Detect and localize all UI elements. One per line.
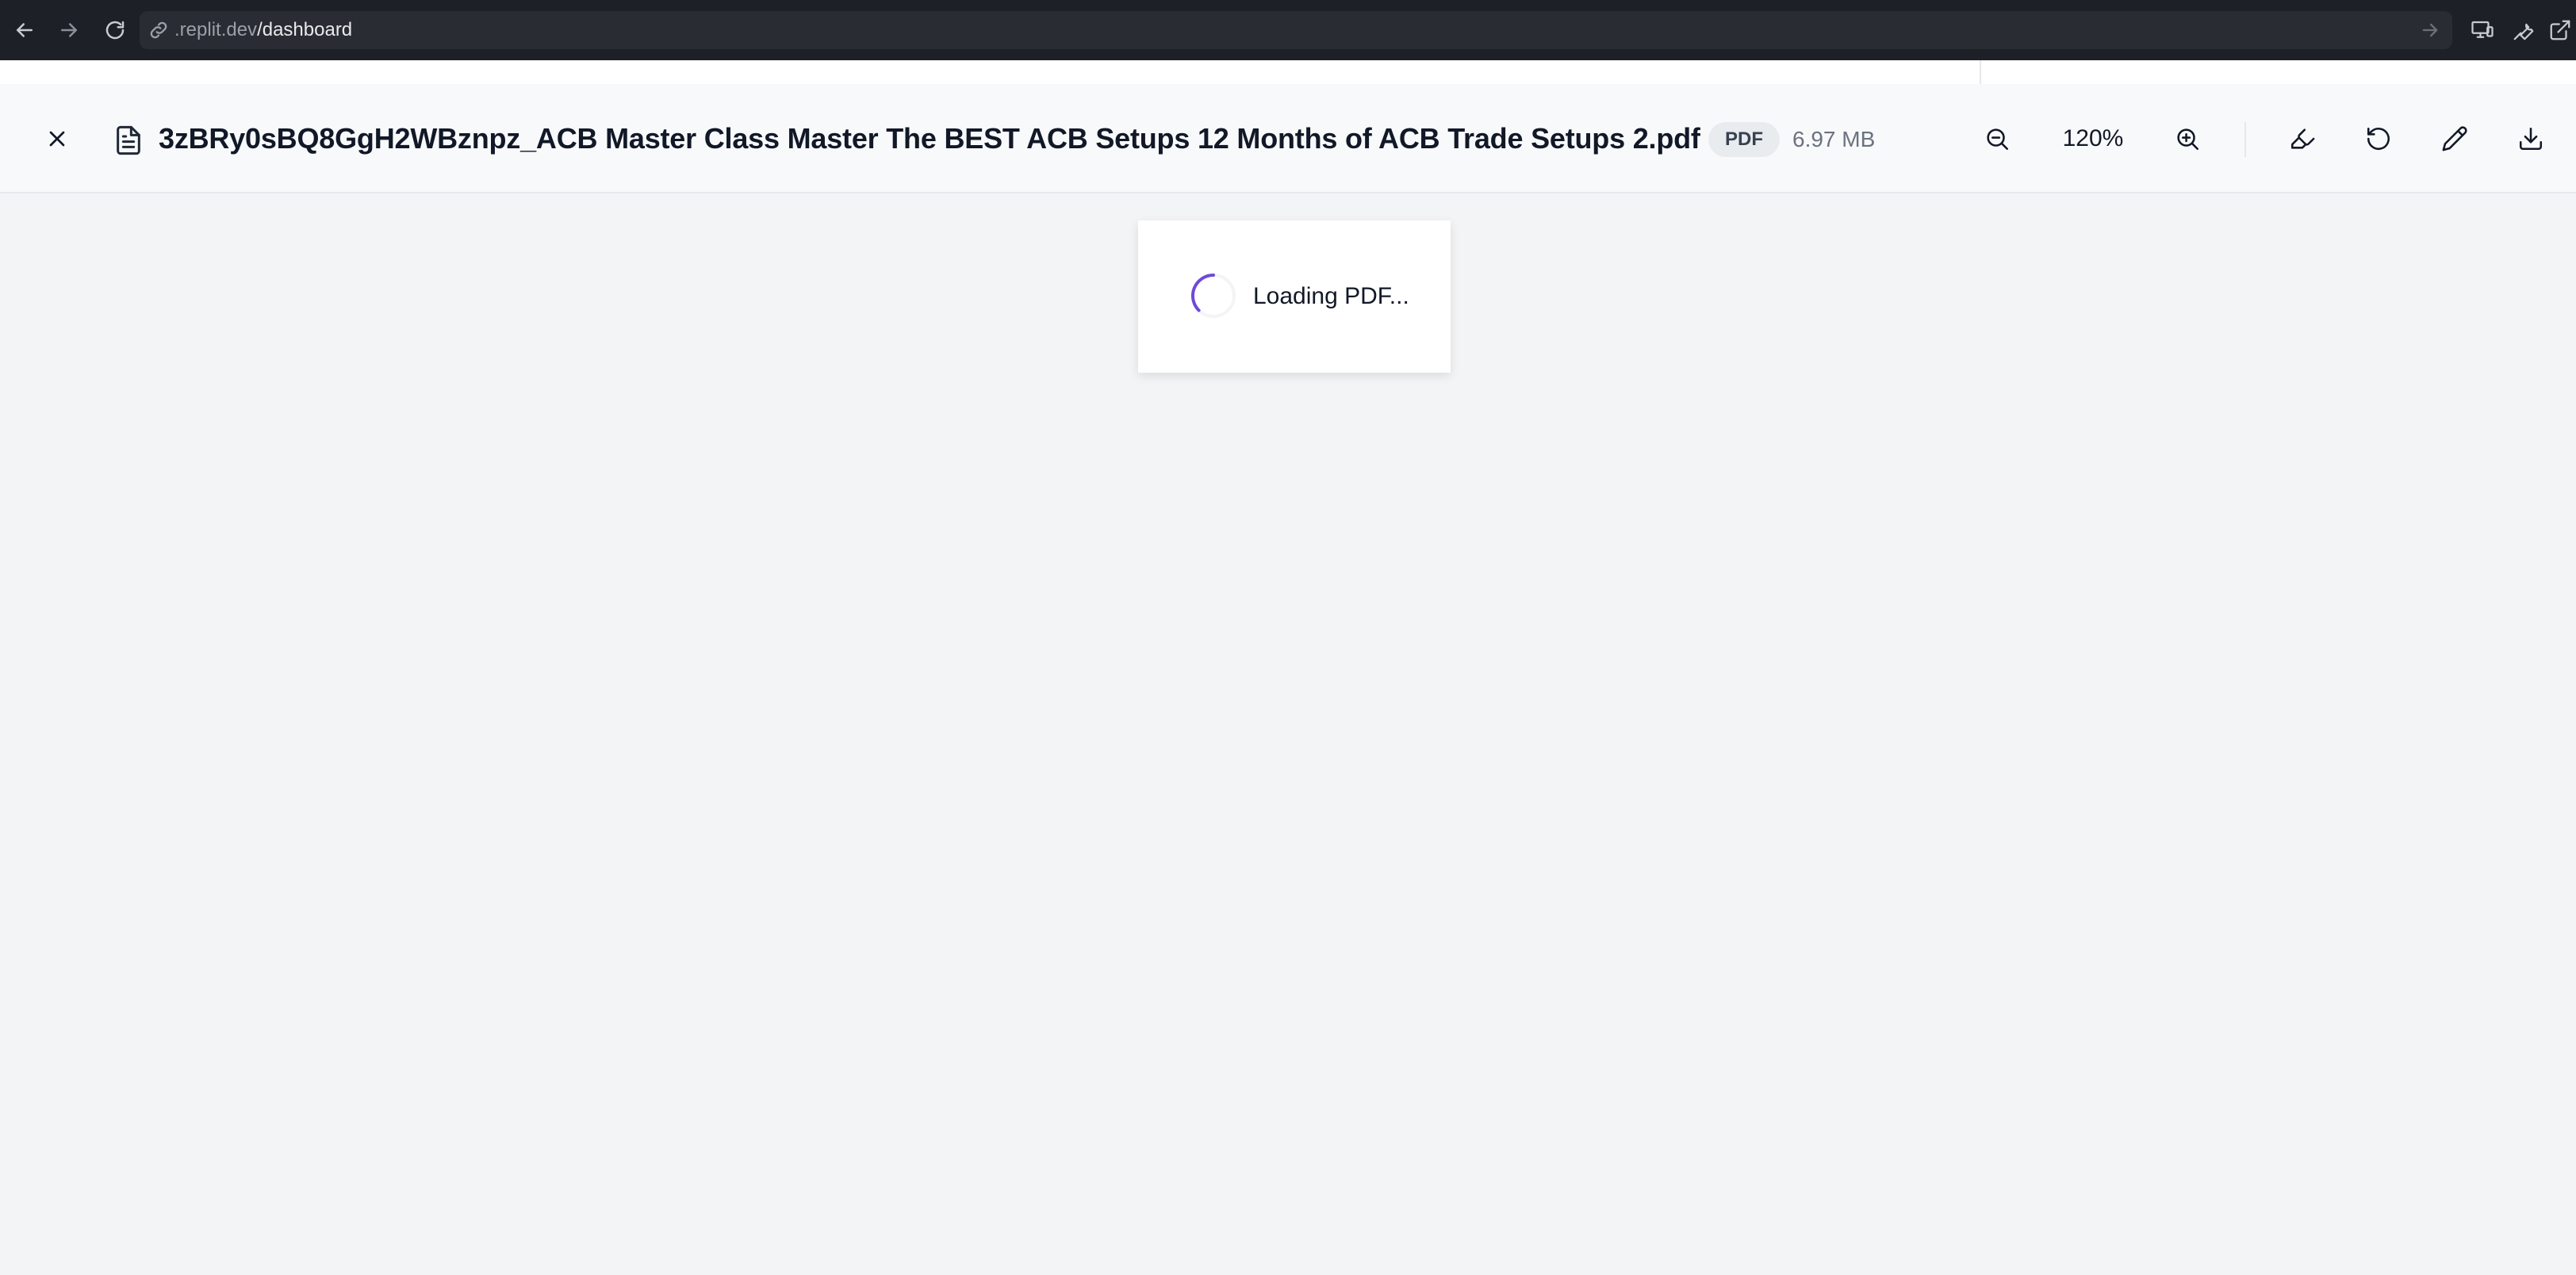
close-icon <box>49 131 65 147</box>
file-type-badge: PDF <box>1708 122 1780 157</box>
zoom-out-button[interactable] <box>1978 120 2016 158</box>
page-strip <box>0 60 2576 84</box>
annotate-button[interactable] <box>2436 120 2474 158</box>
open-new-tab-button[interactable] <box>2544 0 2576 60</box>
spinner-icon <box>1190 274 1236 318</box>
forward-button[interactable] <box>46 0 92 60</box>
pdf-content-area: Loading PDF... <box>0 193 2576 1275</box>
url-path: /dashboard <box>257 19 353 40</box>
external-link-icon <box>2550 20 2570 40</box>
toolbar-divider <box>2244 122 2246 157</box>
arrow-left-icon <box>17 23 33 37</box>
highlighter-icon <box>2290 128 2315 149</box>
download-button[interactable] <box>2512 120 2550 158</box>
rotate-icon <box>2367 127 2390 151</box>
pdf-viewer-header: 3zBRy0sBQ8GgH2WBznpz_ACB Master Class Ma… <box>0 84 2576 193</box>
file-icon <box>117 125 140 155</box>
browser-toolbar: .replit.dev/dashboard <box>0 0 2576 60</box>
devices-button[interactable] <box>2462 0 2503 60</box>
highlight-button[interactable] <box>2283 120 2321 158</box>
strip-divider <box>1980 60 1981 84</box>
zoom-out-icon <box>1987 128 2009 151</box>
pen-icon <box>2442 126 2467 151</box>
link-icon <box>150 21 167 39</box>
back-button[interactable] <box>2 0 48 60</box>
loading-card: Loading PDF... <box>1138 220 1451 373</box>
close-button[interactable] <box>38 120 76 158</box>
refresh-icon <box>105 21 125 40</box>
zoom-in-button[interactable] <box>2168 120 2206 158</box>
browser-tools <box>2462 0 2576 60</box>
loading-text: Loading PDF... <box>1253 283 1409 309</box>
zoom-level: 120% <box>2062 125 2124 151</box>
reload-button[interactable] <box>92 0 138 60</box>
arrow-go-icon[interactable] <box>2419 19 2441 41</box>
devtools-button[interactable] <box>2503 0 2544 60</box>
monitor-icon <box>2471 21 2494 38</box>
arrow-right-icon <box>61 23 77 37</box>
rotate-button[interactable] <box>2359 120 2398 158</box>
file-size: 6.97 MB <box>1792 127 1876 151</box>
url-host: .replit.dev <box>174 19 258 40</box>
address-bar[interactable]: .replit.dev/dashboard <box>140 11 2452 49</box>
download-icon <box>2519 127 2543 151</box>
wrench-icon <box>2513 23 2534 40</box>
file-name: 3zBRy0sBQ8GgH2WBznpz_ACB Master Class Ma… <box>159 122 1700 155</box>
zoom-in-icon <box>2177 128 2199 151</box>
